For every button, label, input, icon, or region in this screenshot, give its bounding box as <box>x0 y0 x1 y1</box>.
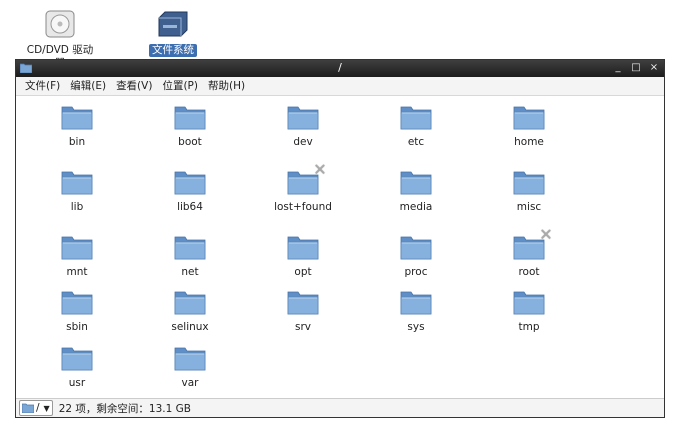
folder-name: bin <box>68 136 86 148</box>
folder-item[interactable]: ✕ root <box>484 227 574 279</box>
titlebar[interactable]: / _ □ × <box>16 60 664 77</box>
folder-item[interactable]: home <box>484 104 574 149</box>
minimize-button[interactable]: _ <box>612 61 624 75</box>
folder-item[interactable]: ✕ lost+found <box>258 162 348 214</box>
folder-item[interactable]: etc <box>371 104 461 149</box>
folder-name: var <box>181 377 199 389</box>
folder-icon <box>174 345 206 371</box>
folder-name: dev <box>293 136 313 148</box>
folder-icon <box>287 234 319 260</box>
folder-name: media <box>399 201 433 213</box>
folder-icon <box>513 289 545 315</box>
statusbar: / ▼ 22 项，剩余空间：13.1 GB <box>16 398 664 417</box>
folder-icon <box>22 403 34 413</box>
folder-item[interactable]: sbin <box>32 289 122 334</box>
folder-name: home <box>514 136 544 148</box>
folder-item[interactable]: selinux <box>145 289 235 334</box>
folder-name: sbin <box>66 321 88 333</box>
folder-name: etc <box>407 136 425 148</box>
folder-icon <box>513 104 545 130</box>
folder-name: lib <box>70 201 84 213</box>
folder-name: misc <box>516 201 542 213</box>
folder-item[interactable]: tmp <box>484 289 574 334</box>
status-info: 22 项，剩余空间：13.1 GB <box>58 402 191 415</box>
folder-icon <box>400 104 432 130</box>
folder-icon <box>61 345 93 371</box>
folder-icon <box>174 104 206 130</box>
folder-name: srv <box>294 321 311 333</box>
folder-item[interactable]: bin <box>32 104 122 149</box>
folder-name: selinux <box>171 321 209 333</box>
folder-item[interactable]: net <box>145 234 235 279</box>
no-access-icon: ✕ <box>539 225 553 244</box>
folder-icon <box>174 289 206 315</box>
folder-icon <box>61 234 93 260</box>
menu-help[interactable]: 帮助(H) <box>203 77 250 95</box>
folder-icon <box>287 104 319 130</box>
path-label: / <box>36 402 40 414</box>
folder-icon <box>174 169 206 195</box>
folder-name: mnt <box>66 266 88 278</box>
folder-icon <box>61 104 93 130</box>
chevron-down-icon: ▼ <box>43 403 50 413</box>
close-button[interactable]: × <box>648 61 660 75</box>
folder-item[interactable]: boot <box>145 104 235 149</box>
folder-item[interactable]: opt <box>258 234 348 279</box>
folder-name: opt <box>294 266 312 278</box>
folder-icon <box>400 289 432 315</box>
menu-places[interactable]: 位置(P) <box>157 77 203 95</box>
menu-view[interactable]: 查看(V) <box>111 77 157 95</box>
maximize-button[interactable]: □ <box>630 61 642 75</box>
file-manager-window: / _ □ × 文件(F) 编辑(E) 查看(V) 位置(P) 帮助(H) bi… <box>15 59 665 418</box>
folder-name: net <box>181 266 199 278</box>
folder-item[interactable]: lib64 <box>145 169 235 214</box>
folder-item[interactable]: proc <box>371 234 461 279</box>
folder-item[interactable]: usr <box>32 345 122 390</box>
folder-item[interactable]: var <box>145 345 235 390</box>
desktop-icon-label: 文件系统 <box>149 44 197 57</box>
folder-icon <box>513 169 545 195</box>
folder-item[interactable]: mnt <box>32 234 122 279</box>
optical-drive-icon <box>42 8 78 40</box>
folder-name: proc <box>404 266 428 278</box>
path-dropdown[interactable]: / ▼ <box>19 400 53 416</box>
folder-icon <box>400 234 432 260</box>
folder-item[interactable]: dev <box>258 104 348 149</box>
folder-item[interactable]: media <box>371 169 461 214</box>
folder-item[interactable]: sys <box>371 289 461 334</box>
folder-item[interactable]: srv <box>258 289 348 334</box>
folder-item[interactable]: lib <box>32 169 122 214</box>
folder-name: boot <box>178 136 202 148</box>
file-grid: bin boot dev etc home lib lib64 ✕ lost+found medi… <box>16 96 664 399</box>
folder-name: root <box>518 266 540 278</box>
menubar: 文件(F) 编辑(E) 查看(V) 位置(P) 帮助(H) <box>16 77 664 96</box>
folder-icon <box>61 169 93 195</box>
filesystem-drive-icon <box>155 8 191 40</box>
folder-icon <box>61 289 93 315</box>
folder-icon <box>174 234 206 260</box>
folder-name: lib64 <box>177 201 203 213</box>
folder-name: sys <box>407 321 425 333</box>
menu-file[interactable]: 文件(F) <box>20 77 65 95</box>
window-title: / <box>338 61 342 74</box>
folder-item[interactable]: misc <box>484 169 574 214</box>
menu-edit[interactable]: 编辑(E) <box>65 77 111 95</box>
folder-name: tmp <box>518 321 540 333</box>
folder-icon <box>400 169 432 195</box>
desktop-icon-filesystem[interactable]: 文件系统 <box>133 8 213 57</box>
no-access-icon: ✕ <box>313 160 327 179</box>
folder-icon <box>287 289 319 315</box>
folder-name: usr <box>68 377 86 389</box>
folder-name: lost+found <box>274 201 332 213</box>
